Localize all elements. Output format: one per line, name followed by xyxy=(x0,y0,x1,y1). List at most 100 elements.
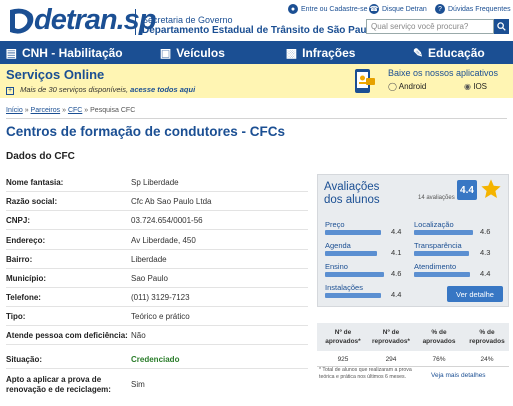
value-municipio: Sao Paulo xyxy=(131,274,168,283)
nav-veiculos[interactable]: ▣ Veículos xyxy=(128,41,256,64)
rating-title-line2: dos alunos xyxy=(324,194,380,206)
row-divider xyxy=(6,344,308,345)
mobile-app-icon xyxy=(355,69,375,93)
login-link-label: Entre ou Cadastre-se xyxy=(301,5,368,13)
criterion-atendimento-label: Atendimento xyxy=(414,262,457,271)
nav-educacao[interactable]: ✎ Educação xyxy=(385,41,513,64)
label-tipo: Tipo: xyxy=(6,312,26,321)
stats-value-reprovados: 294 xyxy=(385,356,397,363)
criterion-instalacoes-value: 4.4 xyxy=(391,290,402,299)
breadcrumb-cfc[interactable]: CFC xyxy=(68,107,82,114)
stats-footnote: * Total de alunos que realizaram a prova… xyxy=(319,367,412,380)
value-tipo: Teórico e prático xyxy=(131,312,190,321)
page-title: Centros de formação de condutores - CFCs xyxy=(6,124,286,139)
search-button[interactable] xyxy=(494,19,509,34)
faq-link[interactable]: ? Dúvidas Frequentes xyxy=(435,4,511,14)
ios-label: IOS xyxy=(473,82,487,91)
value-apto-prova: Sim xyxy=(131,380,145,389)
criterion-transparencia-bar xyxy=(414,251,469,256)
criterion-localizacao-label: Localização xyxy=(414,220,454,229)
rating-score-badge: 4.4 xyxy=(457,180,477,200)
label-razao-social: Razão social: xyxy=(6,197,58,206)
row-divider xyxy=(6,191,308,192)
breadcrumb-inicio[interactable]: Início xyxy=(6,107,23,114)
value-endereco: Av Liberdade, 450 xyxy=(131,236,196,245)
value-deficiencia: Não xyxy=(131,331,146,340)
row-divider xyxy=(6,268,308,269)
criterion-localizacao-bar xyxy=(414,230,473,235)
criterion-agenda-bar xyxy=(325,251,377,256)
ios-link[interactable]: ◉ IOS xyxy=(464,82,487,91)
criterion-ensino-bar xyxy=(325,272,384,277)
nav-infracoes[interactable]: ▩ Infrações xyxy=(257,41,385,64)
rating-count: 14 avaliações xyxy=(418,195,455,201)
stats-value-pct-aprovados: 76% xyxy=(432,356,446,363)
nav-infracoes-label: Infrações xyxy=(302,45,356,60)
stats-header-aprovados: Nº de aprovados* xyxy=(325,329,361,345)
label-apto-prova: Apto a aplicar a prova de renovação e de… xyxy=(6,375,111,394)
value-razao-social: Cfc Ab Sao Paulo Ltda xyxy=(131,197,212,206)
android-link[interactable]: ◯ Android xyxy=(388,82,426,91)
row-divider xyxy=(6,210,308,211)
android-label: Android xyxy=(398,82,427,91)
user-icon: ● xyxy=(288,4,298,14)
value-situacao: Credenciado xyxy=(131,355,180,364)
criterion-ensino-value: 4.6 xyxy=(391,269,402,278)
phone-icon: ☎ xyxy=(369,4,379,14)
help-icon: ? xyxy=(435,4,445,14)
breadcrumb-parceiros[interactable]: Parceiros xyxy=(31,107,61,114)
pencil-icon: ✎ xyxy=(412,45,424,60)
rating-title: Avaliações dos alunos xyxy=(324,181,380,207)
label-bairro: Bairro: xyxy=(6,255,33,264)
row-divider xyxy=(6,229,308,230)
apps-title: Baixe os nossos aplicativos xyxy=(388,68,499,78)
search-icon xyxy=(497,22,506,31)
faq-label: Dúvidas Frequentes xyxy=(448,5,511,13)
detran-logo-mark-icon xyxy=(10,8,34,34)
breadcrumb-sep: » xyxy=(62,107,66,114)
criterion-instalacoes-bar xyxy=(325,293,381,298)
view-detail-button[interactable]: Ver detalhe xyxy=(447,286,503,302)
disque-detran-label: Disque Detran xyxy=(382,5,427,13)
rating-title-line1: Avaliações xyxy=(324,181,380,193)
services-all-link[interactable]: acesse todos aqui xyxy=(130,85,195,94)
label-telefone: Telefone: xyxy=(6,293,41,302)
nav-cnh[interactable]: ▤ CNH - Habilitação xyxy=(0,41,128,64)
gov-line-1: Secretaria de Governo xyxy=(142,15,233,25)
value-cnpj: 03.724.654/0001-56 xyxy=(131,216,203,225)
disque-detran-link[interactable]: ☎ Disque Detran xyxy=(369,4,427,14)
criterion-transparencia-label: Transparência xyxy=(414,241,462,250)
criterion-atendimento-value: 4.4 xyxy=(480,269,491,278)
stats-header-reprovados: Nº de reprovados* xyxy=(372,329,410,345)
login-link[interactable]: ● Entre ou Cadastre-se xyxy=(288,4,368,14)
id-card-icon: ▤ xyxy=(5,45,17,60)
criterion-instalacoes-label: Instalações xyxy=(325,283,363,292)
logo-divider xyxy=(135,9,136,35)
label-endereco: Endereço: xyxy=(6,236,46,245)
breadcrumb-sep: » xyxy=(24,107,29,114)
row-divider xyxy=(6,306,308,307)
label-situacao: Situação: xyxy=(6,355,43,364)
criterion-agenda-label: Agenda xyxy=(325,241,351,250)
plus-icon: + xyxy=(6,87,14,95)
nav-veiculos-label: Veículos xyxy=(176,45,225,60)
search-input[interactable]: Qual serviço você procura? xyxy=(366,19,494,34)
more-details-link[interactable]: Veja mais detalhes xyxy=(431,372,486,379)
label-municipio: Município: xyxy=(6,274,46,283)
value-bairro: Liberdade xyxy=(131,255,167,264)
label-deficiencia: Atende pessoa com deficiência: xyxy=(6,331,128,340)
criterion-localizacao-value: 4.6 xyxy=(480,227,491,236)
criterion-transparencia-value: 4.3 xyxy=(480,248,491,257)
services-subtitle: + Mais de 30 serviços disponíveis, acess… xyxy=(6,85,195,95)
services-title: Serviços Online xyxy=(6,67,105,82)
criterion-ensino-label: Ensino xyxy=(325,262,348,271)
stats-value-pct-reprovados: 24% xyxy=(480,356,494,363)
stats-header-pct-reprovados: % de reprovados xyxy=(469,329,505,345)
breadcrumb: Início » Parceiros » CFC » Pesquisa CFC xyxy=(6,107,135,114)
detran-logo-text: detran.sp xyxy=(34,4,157,36)
row-divider xyxy=(6,287,308,288)
main-nav: ▤ CNH - Habilitação ▣ Veículos ▩ Infraçõ… xyxy=(0,41,513,64)
android-icon: ◯ xyxy=(388,82,397,91)
star-icon xyxy=(481,179,501,198)
stats-header-pct-aprovados: % de aprovados xyxy=(422,329,456,345)
